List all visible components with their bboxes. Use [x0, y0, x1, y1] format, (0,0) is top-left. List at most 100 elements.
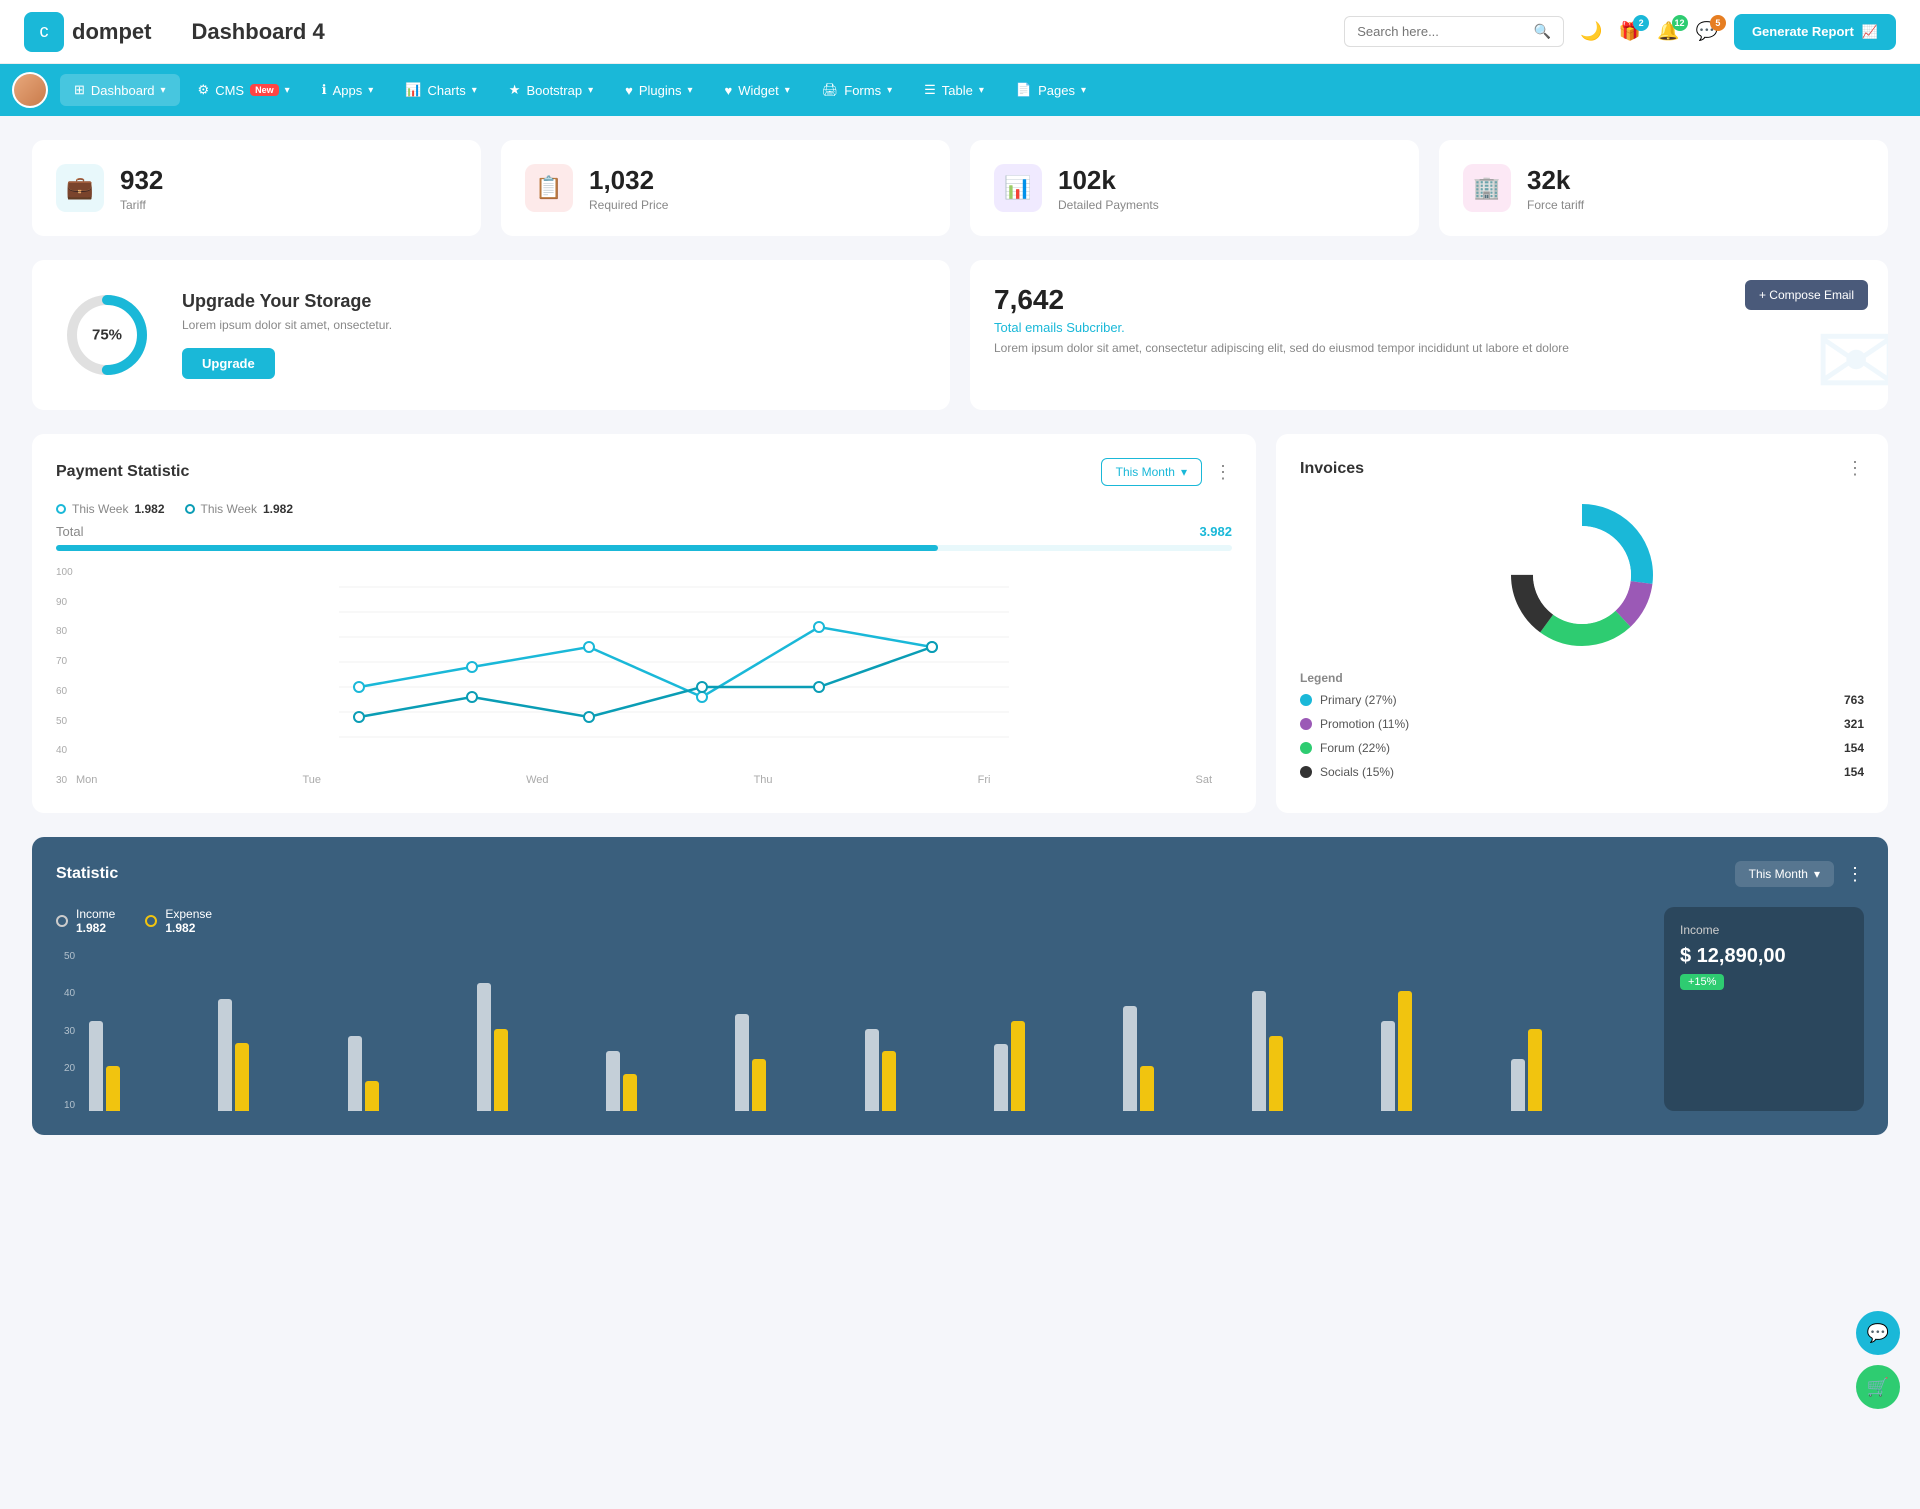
nav-item-plugins[interactable]: ♥ Plugins ▾ — [611, 75, 706, 106]
charts-row: Payment Statistic This Month ▾ ⋮ This We… — [32, 434, 1888, 813]
generate-report-button[interactable]: Generate Report 📈 — [1734, 14, 1896, 50]
nav-item-cms[interactable]: ⚙ CMS New ▾ — [184, 74, 304, 106]
nav-item-bootstrap[interactable]: ★ Bootstrap ▾ — [495, 74, 607, 106]
invoices-header: Invoices ⋮ — [1300, 458, 1864, 479]
x-label-thu: Thu — [754, 774, 773, 786]
tariff-value: 932 — [120, 165, 163, 196]
gift-button[interactable]: 🎁 2 — [1619, 21, 1641, 42]
nav-item-table[interactable]: ☰ Table ▾ — [910, 74, 998, 106]
stat-cards-row: 💼 932 Tariff 📋 1,032 Required Price 📊 10… — [32, 140, 1888, 236]
search-box[interactable]: 🔍 — [1344, 16, 1564, 47]
x-label-fri: Fri — [978, 774, 991, 786]
legend-count-socials: 154 — [1844, 765, 1864, 779]
this-month-button[interactable]: This Month ▾ — [1101, 458, 1202, 486]
bar-group-9 — [1123, 1006, 1248, 1111]
bar-yellow-7 — [882, 1051, 896, 1111]
bar-white-6 — [735, 1014, 749, 1111]
stat-info-tariff: 932 Tariff — [120, 165, 163, 212]
bar-white-12 — [1511, 1059, 1525, 1111]
nav-label-widget: Widget — [738, 83, 778, 98]
statistic-header: Statistic This Month ▾ ⋮ — [56, 861, 1864, 887]
search-input[interactable] — [1357, 24, 1526, 39]
bar-white-7 — [865, 1029, 879, 1111]
tariff-label: Tariff — [120, 198, 163, 212]
invoices-donut-wrapper — [1300, 495, 1864, 655]
stat-card-required-price: 📋 1,032 Required Price — [501, 140, 950, 236]
support-float-button[interactable]: 💬 — [1856, 1311, 1900, 1355]
middle-row: 75% Upgrade Your Storage Lorem ipsum dol… — [32, 260, 1888, 410]
nav-item-apps[interactable]: ℹ Apps ▾ — [308, 74, 388, 106]
bar-white-10 — [1252, 991, 1266, 1111]
bar-white-11 — [1381, 1021, 1395, 1111]
dark-mode-icon[interactable]: 🌙 — [1580, 21, 1602, 42]
storage-info: Upgrade Your Storage Lorem ipsum dolor s… — [182, 291, 392, 379]
bar-group-12 — [1511, 1029, 1636, 1111]
bar-white-8 — [994, 1044, 1008, 1111]
statistic-body: Income 1.982 Expense 1.982 — [56, 907, 1864, 1111]
nav-item-forms[interactable]: 🖨 Forms ▾ — [808, 74, 906, 106]
bar-group-1 — [89, 1021, 214, 1111]
legend-label-promotion: Promotion (11%) — [1320, 717, 1409, 731]
income-panel-title: Income — [1680, 923, 1848, 937]
payment-more-button[interactable]: ⋮ — [1214, 462, 1232, 483]
detailed-payments-value: 102k — [1058, 165, 1159, 196]
total-row: Total 3.982 — [56, 524, 1232, 539]
cart-float-button[interactable]: 🛒 — [1856, 1365, 1900, 1409]
legend-left-primary: Primary (27%) — [1300, 693, 1397, 707]
avatar[interactable] — [12, 72, 48, 108]
x-axis: Mon Tue Wed Thu Fri Sat — [56, 774, 1232, 786]
legend-color-primary — [1300, 694, 1312, 706]
stat-info-force-tariff: 32k Force tariff — [1527, 165, 1584, 212]
notification-badge: 12 — [1672, 15, 1688, 31]
legend-label-primary: Primary (27%) — [1320, 693, 1397, 707]
chevron-down-icon-month: ▾ — [1181, 465, 1187, 479]
chevron-down-icon-forms: ▾ — [887, 85, 892, 96]
chevron-down-icon-bootstrap: ▾ — [588, 85, 593, 96]
legend-row: This Week 1.982 This Week 1.982 — [56, 502, 1232, 516]
bar-yellow-4 — [494, 1029, 508, 1111]
stat-legend: Income 1.982 Expense 1.982 — [56, 907, 1644, 935]
nav-item-charts[interactable]: 📊 Charts ▾ — [391, 74, 491, 106]
legend-list: Primary (27%) 763 Promotion (11%) 321 — [1300, 693, 1864, 779]
income-value: 1.982 — [76, 921, 115, 935]
stat-info-required-price: 1,032 Required Price — [589, 165, 668, 212]
statistic-this-month-button[interactable]: This Month ▾ — [1735, 861, 1834, 887]
invoices-more-button[interactable]: ⋮ — [1846, 458, 1864, 479]
chevron-down-icon-charts: ▾ — [472, 85, 477, 96]
bar-yellow-6 — [752, 1059, 766, 1111]
bar-yellow-1 — [106, 1066, 120, 1111]
bar-y-axis: 5040302010 — [64, 951, 75, 1111]
cms-icon: ⚙ — [198, 82, 210, 98]
stat-info-detailed-payments: 102k Detailed Payments — [1058, 165, 1159, 212]
chevron-down-icon-cms: ▾ — [285, 85, 290, 96]
nav-label-dashboard: Dashboard — [91, 83, 155, 98]
list-item-promotion: Promotion (11%) 321 — [1300, 717, 1864, 731]
nav-item-dashboard[interactable]: ⊞ Dashboard ▾ — [60, 74, 180, 106]
chat-badge: 5 — [1710, 15, 1726, 31]
table-icon: ☰ — [924, 82, 936, 98]
gift-badge: 2 — [1633, 15, 1649, 31]
required-price-value: 1,032 — [589, 165, 668, 196]
logo[interactable]: c dompet — [24, 12, 151, 52]
x-label-wed: Wed — [526, 774, 548, 786]
storage-title: Upgrade Your Storage — [182, 291, 392, 312]
y-axis: 10090807060504030 — [56, 567, 73, 786]
upgrade-button[interactable]: Upgrade — [182, 348, 275, 379]
statistic-header-right: This Month ▾ ⋮ — [1735, 861, 1864, 887]
bar-groups — [89, 961, 1636, 1111]
bar-yellow-5 — [623, 1074, 637, 1111]
expense-value: 1.982 — [165, 921, 212, 935]
nav-item-pages[interactable]: 📄 Pages ▾ — [1002, 74, 1100, 106]
stat-card-force-tariff: 🏢 32k Force tariff — [1439, 140, 1888, 236]
dashboard-icon: ⊞ — [74, 82, 85, 98]
email-card: + Compose Email 7,642 Total emails Subcr… — [970, 260, 1888, 410]
nav-label-table: Table — [942, 83, 973, 98]
chat-button[interactable]: 💬 5 — [1696, 21, 1718, 42]
generate-report-label: Generate Report — [1752, 24, 1854, 39]
statistic-more-button[interactable]: ⋮ — [1846, 864, 1864, 885]
notification-button[interactable]: 🔔 12 — [1657, 21, 1679, 42]
invoices-legend: Legend Primary (27%) 763 Promotion (11%) — [1300, 671, 1864, 779]
chevron-down-icon-apps: ▾ — [368, 85, 373, 96]
legend-title: Legend — [1300, 671, 1864, 685]
nav-item-widget[interactable]: ♥ Widget ▾ — [711, 75, 804, 106]
